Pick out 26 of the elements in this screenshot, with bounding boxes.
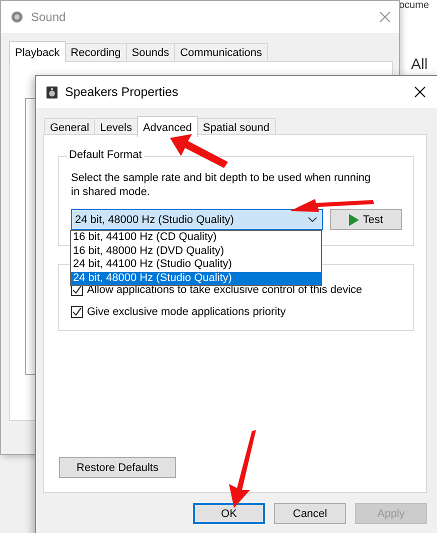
- play-icon: [348, 214, 359, 226]
- dropdown-option[interactable]: 24 bit, 44100 Hz (Studio Quality): [71, 258, 321, 272]
- description-text: Select the sample rate and bit depth to be used when running in shared mode.: [71, 171, 371, 199]
- checkbox[interactable]: [71, 306, 83, 318]
- dialog-button[interactable]: Cancel: [274, 503, 346, 524]
- speaker-icon: [46, 86, 58, 98]
- dialog-button[interactable]: OK: [193, 503, 265, 524]
- annotation-arrow: [170, 134, 228, 168]
- dropdown-option[interactable]: 24 bit, 48000 Hz (Studio Quality): [71, 272, 321, 285]
- restore-defaults-button[interactable]: Restore Defaults: [59, 457, 176, 478]
- test-button[interactable]: Test: [330, 209, 402, 230]
- tab[interactable]: Playback: [9, 41, 66, 62]
- speaker-icon: [11, 11, 23, 23]
- dropdown-option[interactable]: 16 bit, 44100 Hz (CD Quality): [71, 231, 321, 244]
- caret-icon: [308, 217, 317, 222]
- dropdown-option[interactable]: 16 bit, 48000 Hz (DVD Quality): [71, 244, 321, 258]
- window-title: Sound: [31, 10, 66, 24]
- background-text: ocume: [399, 0, 430, 11]
- tab[interactable]: Communications: [174, 43, 268, 62]
- dialog-title: Speakers Properties: [65, 85, 178, 99]
- format-dropdown[interactable]: 24 bit, 48000 Hz (Studio Quality): [71, 209, 323, 230]
- checkbox-label[interactable]: Give exclusive mode applications priority: [87, 306, 286, 318]
- close-icon[interactable]: [414, 86, 426, 98]
- tab[interactable]: Advanced: [136, 116, 198, 137]
- group-label: Default Format: [67, 149, 144, 161]
- background-text: All: [411, 56, 428, 73]
